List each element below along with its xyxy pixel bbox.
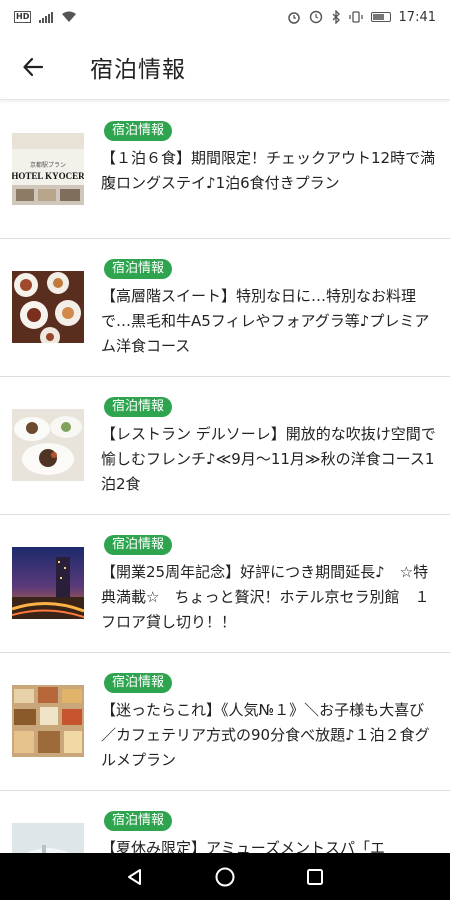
app-bar: 宿泊情報 <box>0 34 450 100</box>
status-time: 17:41 <box>398 9 436 25</box>
list-item[interactable]: 宿泊情報 【レストラン デルソーレ】開放的な吹抜け空間で愉しむフレンチ♪≪9月～… <box>0 377 450 515</box>
wifi-icon <box>62 11 77 22</box>
bluetooth-icon <box>332 10 340 24</box>
signal-icon <box>39 11 54 23</box>
list-item[interactable]: 京都駅プラン HOTEL KYOCER 宿泊情報 【１泊６食】期間限定！チェック… <box>0 101 450 239</box>
category-badge: 宿泊情報 <box>104 121 173 141</box>
item-body: 宿泊情報 【高層階スイート】特別な日に…特別なお料理で…黒毛和牛A5フィレやフォ… <box>101 257 436 359</box>
thumb-hotel-name: HOTEL KYOCER <box>12 171 84 181</box>
system-nav-bar <box>0 853 450 900</box>
plan-thumbnail <box>12 685 84 757</box>
category-badge: 宿泊情報 <box>104 811 173 831</box>
plan-title: 【開業25周年記念】好評につき期間延長♪ ☆特典満載☆ ちょっと贅沢！ホテル京セ… <box>101 563 430 631</box>
status-bar: HD 17:41 <box>0 0 450 34</box>
category-badge: 宿泊情報 <box>104 673 173 693</box>
page-title: 宿泊情報 <box>90 56 186 83</box>
item-body: 宿泊情報 【夏休み限定】アミューズメントスパ「エ <box>101 809 436 853</box>
list-item[interactable]: 宿泊情報 【迷ったらこれ】《人気№１》＼お子様も大喜び／カフェテリア方式の90分… <box>0 653 450 791</box>
nav-home-button[interactable] <box>203 855 247 899</box>
list-item[interactable]: 宿泊情報 【高層階スイート】特別な日に…特別なお料理で…黒毛和牛A5フィレやフォ… <box>0 239 450 377</box>
nav-recents-button[interactable] <box>293 855 337 899</box>
alarm-icon <box>287 12 300 24</box>
plan-title: 【迷ったらこれ】《人気№１》＼お子様も大喜び／カフェテリア方式の90分食べ放題♪… <box>101 701 430 769</box>
plan-list: 京都駅プラン HOTEL KYOCER 宿泊情報 【１泊６食】期間限定！チェック… <box>0 101 450 853</box>
circle-home-icon <box>215 867 235 886</box>
thumb-caption: 京都駅プラン <box>30 161 66 169</box>
category-badge: 宿泊情報 <box>104 259 173 279</box>
status-right: 17:41 <box>287 10 436 25</box>
list-item[interactable]: 宿泊情報 【開業25周年記念】好評につき期間延長♪ ☆特典満載☆ ちょっと贅沢！… <box>0 515 450 653</box>
plan-thumbnail <box>12 409 84 481</box>
status-left: HD <box>14 11 77 23</box>
triangle-back-icon <box>128 868 141 885</box>
plan-thumbnail <box>12 823 84 853</box>
item-body: 宿泊情報 【レストラン デルソーレ】開放的な吹抜け空間で愉しむフレンチ♪≪9月～… <box>101 395 436 497</box>
plan-thumbnail <box>12 547 84 619</box>
arrow-left-icon <box>23 57 44 76</box>
plan-title: 【夏休み限定】アミューズメントスパ「エ <box>101 839 385 853</box>
plan-thumbnail <box>12 271 84 343</box>
category-badge: 宿泊情報 <box>104 397 173 417</box>
item-body: 宿泊情報 【１泊６食】期間限定！チェックアウト12時で満腹ロングステイ♪1泊6食… <box>101 119 436 196</box>
clock-alarm-icon <box>309 10 322 24</box>
back-button[interactable] <box>0 34 66 100</box>
category-badge: 宿泊情報 <box>104 535 173 555</box>
plan-title: 【１泊６食】期間限定！チェックアウト12時で満腹ロングステイ♪1泊6食付きプラン <box>101 149 436 192</box>
hd-indicator: HD <box>14 11 32 23</box>
battery-icon <box>370 12 391 22</box>
list-item[interactable]: 宿泊情報 【夏休み限定】アミューズメントスパ「エ <box>0 791 450 853</box>
item-body: 宿泊情報 【開業25周年記念】好評につき期間延長♪ ☆特典満載☆ ちょっと贅沢！… <box>101 533 436 635</box>
nav-back-button[interactable] <box>113 855 157 899</box>
plan-title: 【高層階スイート】特別な日に…特別なお料理で…黒毛和牛A5フィレやフォアグラ等♪… <box>101 287 430 355</box>
plan-thumbnail: 京都駅プラン HOTEL KYOCER <box>12 133 84 205</box>
vibrate-icon <box>348 11 363 23</box>
plan-title: 【レストラン デルソーレ】開放的な吹抜け空間で愉しむフレンチ♪≪9月～11月≫秋… <box>101 425 436 493</box>
item-body: 宿泊情報 【迷ったらこれ】《人気№１》＼お子様も大喜び／カフェテリア方式の90分… <box>101 671 436 773</box>
square-recents-icon <box>307 868 323 885</box>
